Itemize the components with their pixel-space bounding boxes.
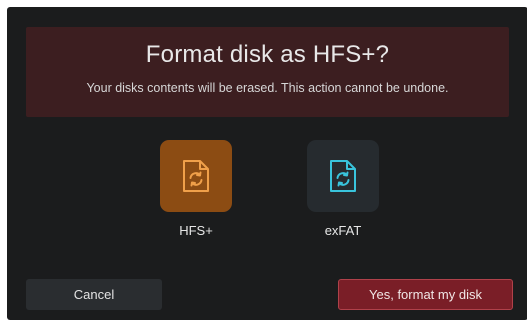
- format-tile-exfat[interactable]: [307, 140, 379, 212]
- format-option-exfat[interactable]: exFAT: [307, 140, 379, 238]
- file-sync-icon: [330, 160, 356, 192]
- format-label-hfs-plus: HFS+: [179, 223, 213, 238]
- format-disk-dialog: Format disk as HFS+? Your disks contents…: [7, 7, 527, 320]
- dialog-title: Format disk as HFS+?: [145, 41, 390, 68]
- format-label-exfat: exFAT: [324, 223, 362, 238]
- confirm-format-button[interactable]: Yes, format my disk: [338, 279, 513, 310]
- format-option-hfs-plus[interactable]: HFS+: [160, 140, 232, 238]
- cancel-button[interactable]: Cancel: [26, 279, 162, 310]
- dialog-subtitle: Your disks contents will be erased. This…: [86, 81, 449, 95]
- format-tile-hfs-plus[interactable]: [160, 140, 232, 212]
- file-sync-icon: [183, 160, 209, 192]
- warning-banner: Format disk as HFS+? Your disks contents…: [26, 27, 509, 117]
